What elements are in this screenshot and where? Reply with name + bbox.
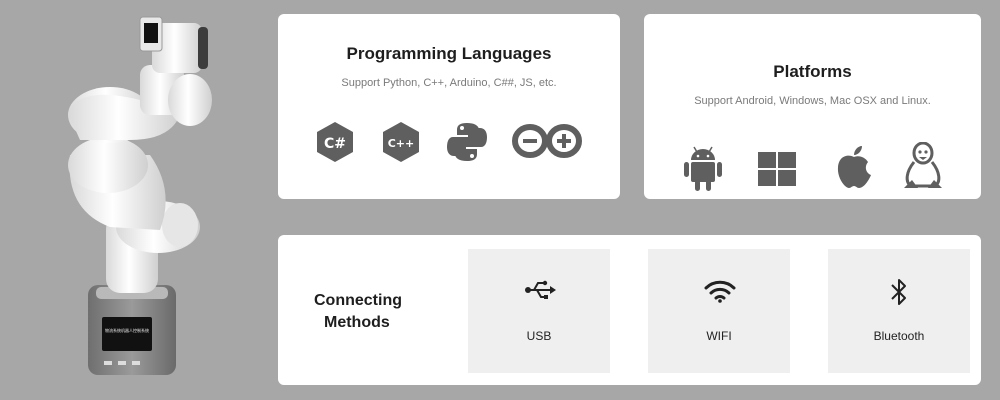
- platforms-title: Platforms: [773, 62, 852, 81]
- robot-screen: [102, 317, 152, 351]
- usb-icon: [525, 280, 556, 299]
- bluetooth-icon: [891, 279, 906, 305]
- linux-icon: [904, 142, 942, 188]
- cplusplus-icon: C++: [383, 122, 419, 162]
- apple-icon: [837, 146, 871, 188]
- connecting-methods-title-line2: Methods: [324, 314, 390, 331]
- connecting-methods-card: Connecting Methods USB WIFI Bluetooth: [278, 235, 981, 385]
- android-icon: [684, 146, 722, 191]
- usb-label: USB: [526, 329, 552, 343]
- windows-icon: [758, 152, 796, 186]
- usb-tile: USB: [468, 249, 610, 373]
- platforms-subtitle: Support Android, Windows, Mac OSX and Li…: [694, 95, 931, 107]
- programming-languages-card: Programming Languages Support Python, C+…: [278, 14, 620, 199]
- robot-arm-illustration: 物流系统机器人控制系统: [68, 16, 212, 375]
- programming-languages-title: Programming Languages: [346, 44, 552, 63]
- wifi-icon: [704, 280, 736, 303]
- bluetooth-label: Bluetooth: [873, 329, 925, 343]
- platforms-card: Platforms Support Android, Windows, Mac …: [644, 14, 981, 199]
- csharp-glyph: C#: [324, 136, 346, 152]
- wifi-tile: WIFI: [648, 249, 790, 373]
- robot-screen-text: 物流系统机器人控制系统: [105, 327, 149, 333]
- connecting-methods-title-line1: Connecting: [314, 292, 402, 309]
- csharp-icon: C#: [317, 122, 353, 162]
- cplusplus-glyph: C++: [388, 137, 415, 150]
- programming-languages-subtitle: Support Python, C++, Arduino, C##, JS, e…: [341, 77, 557, 89]
- python-icon: [447, 123, 487, 161]
- arduino-icon: [512, 124, 582, 158]
- wifi-label: WIFI: [706, 329, 732, 343]
- connecting-methods-title: Connecting Methods: [308, 290, 458, 334]
- bluetooth-tile: Bluetooth: [828, 249, 970, 373]
